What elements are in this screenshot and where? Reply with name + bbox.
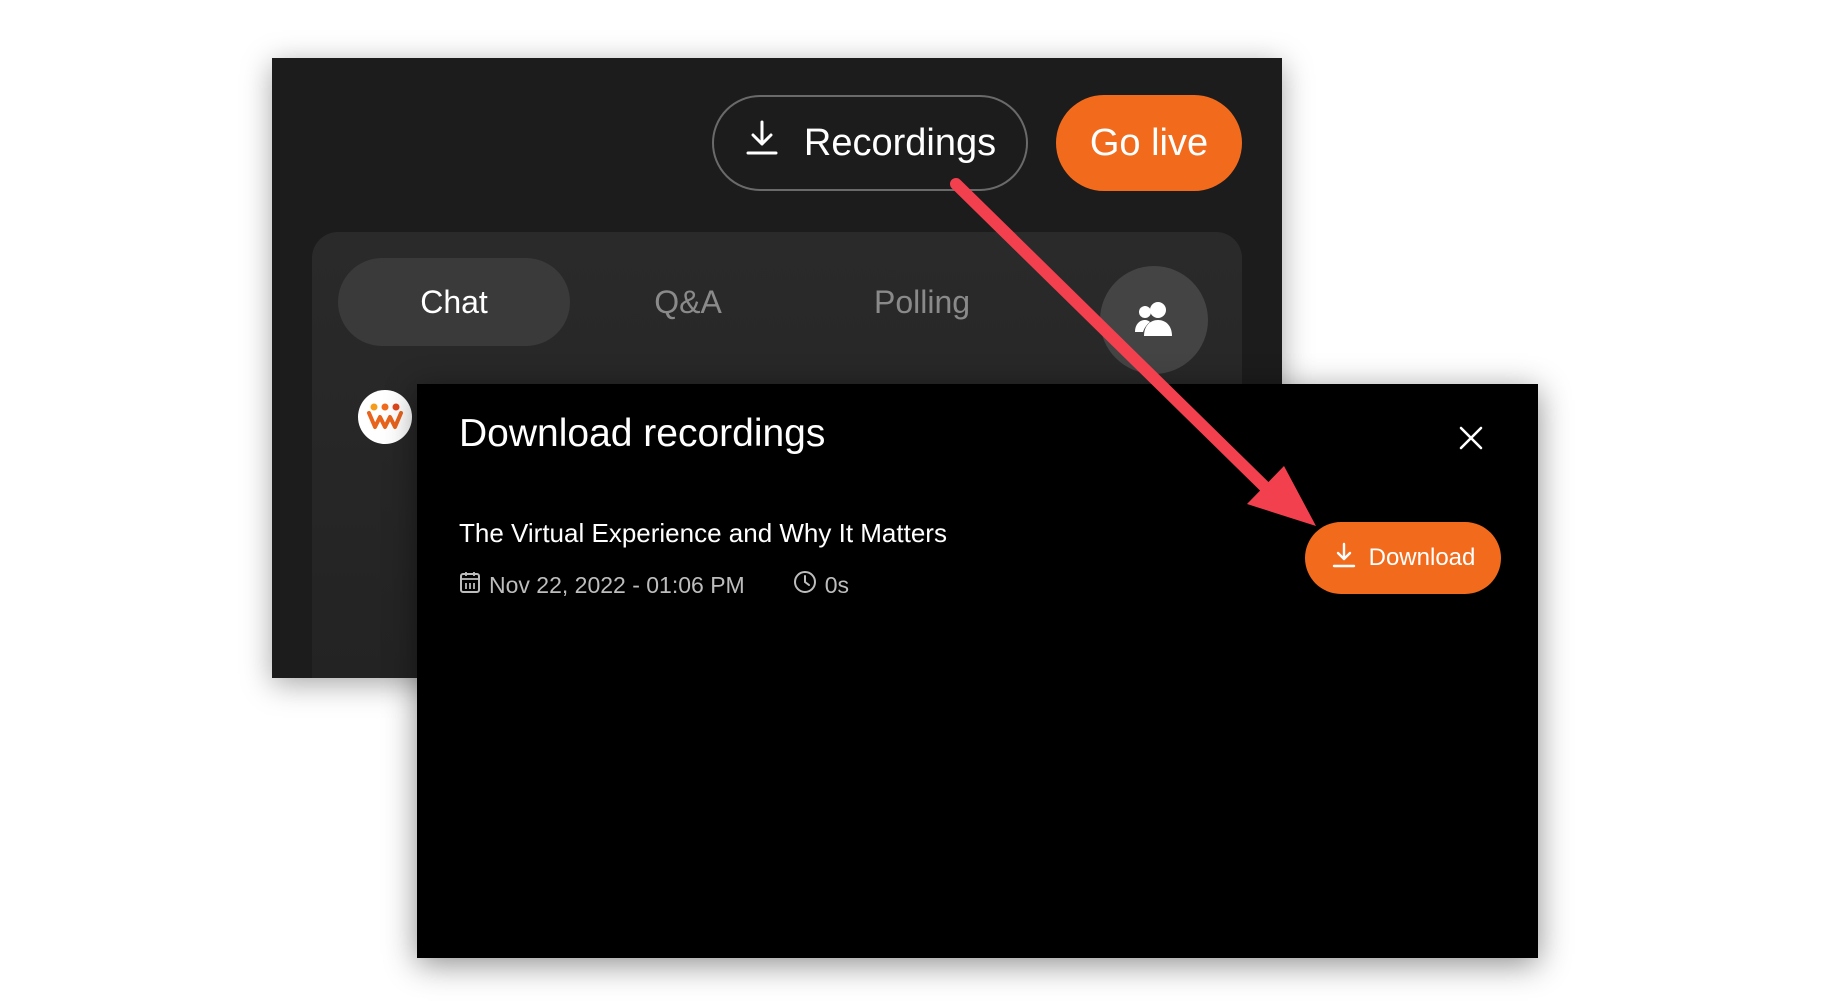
tab-polling[interactable]: Polling: [806, 258, 1038, 346]
user-avatar: [358, 390, 412, 444]
recordings-button[interactable]: Recordings: [712, 95, 1028, 191]
recording-title: The Virtual Experience and Why It Matter…: [459, 518, 947, 548]
download-icon: [744, 118, 780, 168]
tab-qa[interactable]: Q&A: [572, 258, 804, 346]
tab-chat[interactable]: Chat: [338, 258, 570, 346]
download-icon: [1331, 541, 1357, 576]
recording-date: Nov 22, 2022 - 01:06 PM: [459, 570, 745, 600]
close-button[interactable]: [1451, 420, 1491, 460]
recordings-label: Recordings: [803, 121, 997, 164]
calendar-icon: [459, 570, 481, 600]
close-icon: [1458, 425, 1484, 456]
download-recordings-modal: Download recordings The Virtual Experien…: [417, 384, 1538, 958]
recording-meta: Nov 22, 2022 - 01:06 PM 0s: [459, 570, 849, 600]
recording-date-text: Nov 22, 2022 - 01:06 PM: [489, 571, 745, 598]
go-live-button[interactable]: Go live: [1056, 95, 1242, 191]
download-label: Download: [1368, 544, 1476, 571]
clock-icon: [793, 570, 817, 600]
recording-duration: 0s: [793, 570, 849, 600]
app-logo-icon: [365, 400, 405, 435]
people-icon: [1132, 298, 1176, 343]
modal-title: Download recordings: [459, 412, 826, 455]
participants-button[interactable]: [1100, 266, 1208, 374]
download-button[interactable]: Download: [1305, 522, 1501, 594]
recording-duration-text: 0s: [824, 571, 850, 598]
